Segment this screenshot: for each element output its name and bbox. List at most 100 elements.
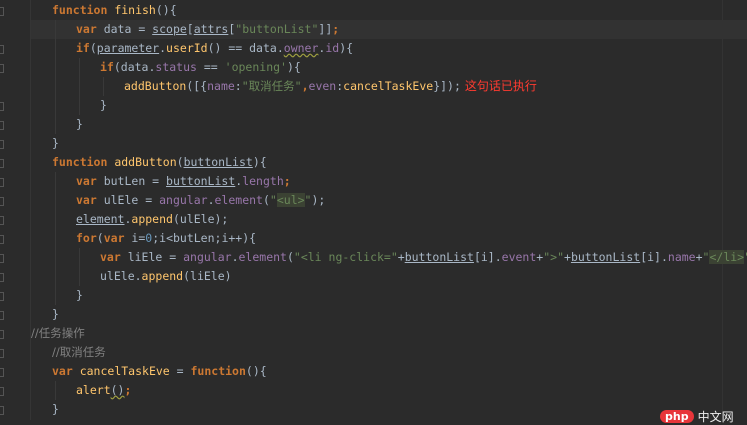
code-line[interactable]: }	[31, 115, 747, 134]
indent-guide	[55, 39, 56, 58]
code-token: var	[76, 22, 104, 36]
fold-marker-icon[interactable]	[0, 159, 4, 168]
code-line[interactable]: }	[31, 400, 747, 419]
fold-marker-icon[interactable]	[0, 254, 4, 263]
code-token: buttonList	[166, 174, 236, 188]
code-token: <ul>	[276, 193, 305, 207]
code-token: data =	[103, 22, 153, 36]
code-token: element	[76, 212, 125, 226]
code-token: butLen =	[103, 174, 167, 188]
code-line[interactable]: var butLen = buttonList.length;	[31, 172, 747, 191]
code-line[interactable]: function finish(){	[31, 1, 747, 20]
fold-marker-icon[interactable]	[0, 387, 4, 396]
indent-guide	[55, 58, 56, 77]
code-editor[interactable]: function finish(){var data = scope[attrs…	[31, 1, 747, 419]
code-token: var	[76, 174, 104, 188]
indent-guide	[55, 115, 56, 134]
fold-marker-icon[interactable]	[0, 7, 4, 16]
code-line[interactable]: //任务操作	[31, 324, 747, 343]
fold-marker-icon[interactable]	[0, 311, 4, 320]
fold-marker-icon[interactable]	[0, 64, 4, 73]
code-line[interactable]: }	[31, 134, 747, 153]
code-token: element	[238, 250, 287, 264]
code-line[interactable]: if(parameter.userId() == data.owner.id){	[31, 39, 747, 58]
code-line[interactable]: element.append(ulEle);	[31, 210, 747, 229]
code-line[interactable]: addButton([{name:"取消任务",even:cancelTaskE…	[31, 77, 747, 96]
fold-marker-icon[interactable]	[0, 197, 4, 206]
code-line[interactable]: ulEle.append(liEle)	[31, 267, 747, 286]
code-line[interactable]: for(var i=0;i<butLen;i++){	[31, 229, 747, 248]
watermark: php 中文网	[660, 408, 734, 425]
code-token: var	[103, 231, 132, 245]
code-token: "buttonList"	[235, 22, 319, 36]
code-token: }]);	[433, 79, 461, 93]
code-token: (	[286, 250, 294, 264]
code-token: ([{	[186, 79, 208, 93]
code-token: var	[52, 364, 80, 378]
code-token: var	[76, 193, 104, 207]
code-token: +	[397, 250, 405, 264]
code-token: "<li ng-click="	[293, 250, 398, 264]
code-token: (data.	[113, 60, 156, 74]
code-token: .	[231, 250, 239, 264]
fold-marker-icon[interactable]	[0, 235, 4, 244]
code-token: attrs	[193, 22, 229, 36]
code-token: }	[52, 307, 59, 321]
code-token: (	[96, 231, 104, 245]
code-line[interactable]: var liEle = angular.element("<li ng-clic…	[31, 248, 747, 267]
fold-marker-icon[interactable]	[0, 349, 4, 358]
code-token: (	[262, 193, 270, 207]
indent-guide	[55, 229, 56, 248]
code-token: (	[176, 155, 184, 169]
code-line[interactable]: //取消任务	[31, 343, 747, 362]
code-token: "取消任务"	[241, 79, 302, 93]
code-token: buttonList	[183, 155, 253, 169]
fold-marker-icon[interactable]	[0, 102, 4, 111]
code-token: userId	[166, 41, 208, 55]
fold-marker-icon[interactable]	[0, 45, 4, 54]
fold-marker-icon[interactable]	[0, 273, 4, 282]
code-line[interactable]: }	[31, 286, 747, 305]
code-token: ">"	[543, 250, 564, 264]
code-token: ()	[110, 383, 125, 397]
indent-guide	[79, 267, 80, 286]
code-token: (){	[155, 3, 177, 17]
code-token: ){	[286, 60, 301, 74]
indent-guide	[55, 286, 56, 305]
indent-guide	[79, 58, 80, 77]
code-token: }	[76, 117, 83, 131]
code-line[interactable]: var ulEle = angular.element("<ul>");	[31, 191, 747, 210]
indent-guide	[55, 77, 56, 96]
code-token: ){	[339, 41, 354, 55]
fold-marker-icon[interactable]	[0, 216, 4, 225]
code-token: ,	[301, 79, 309, 93]
code-line[interactable]: }	[31, 305, 747, 324]
code-token: scope	[152, 22, 187, 36]
code-token: (){	[245, 364, 267, 378]
code-token: finish	[114, 3, 156, 17]
code-token: [i].	[640, 250, 668, 264]
fold-marker-icon[interactable]	[0, 140, 4, 149]
fold-marker-icon[interactable]	[0, 121, 4, 130]
code-token: (	[89, 41, 97, 55]
fold-marker-icon[interactable]	[0, 406, 4, 415]
code-token: status	[155, 60, 197, 74]
code-token: (liEle)	[183, 269, 232, 283]
code-token: function	[52, 155, 115, 169]
code-line[interactable]: var cancelTaskEve = function(){	[31, 362, 747, 381]
code-token: () == data.	[207, 41, 284, 55]
fold-marker-icon[interactable]	[0, 178, 4, 187]
fold-marker-icon[interactable]	[0, 330, 4, 339]
indent-guide	[79, 96, 80, 115]
code-line[interactable]: }	[31, 96, 747, 115]
code-line[interactable]: alert();	[31, 381, 747, 400]
indent-guide	[55, 267, 56, 286]
indent-guide	[55, 191, 56, 210]
fold-marker-icon[interactable]	[0, 292, 4, 301]
fold-marker-icon[interactable]	[0, 368, 4, 377]
code-line[interactable]: if(data.status == 'opening'){	[31, 58, 747, 77]
code-line[interactable]: var data = scope[attrs["buttonList"]];	[31, 20, 747, 39]
code-line[interactable]: function addButton(buttonList){	[31, 153, 747, 172]
indent-guide	[55, 96, 56, 115]
code-token: =	[169, 364, 191, 378]
